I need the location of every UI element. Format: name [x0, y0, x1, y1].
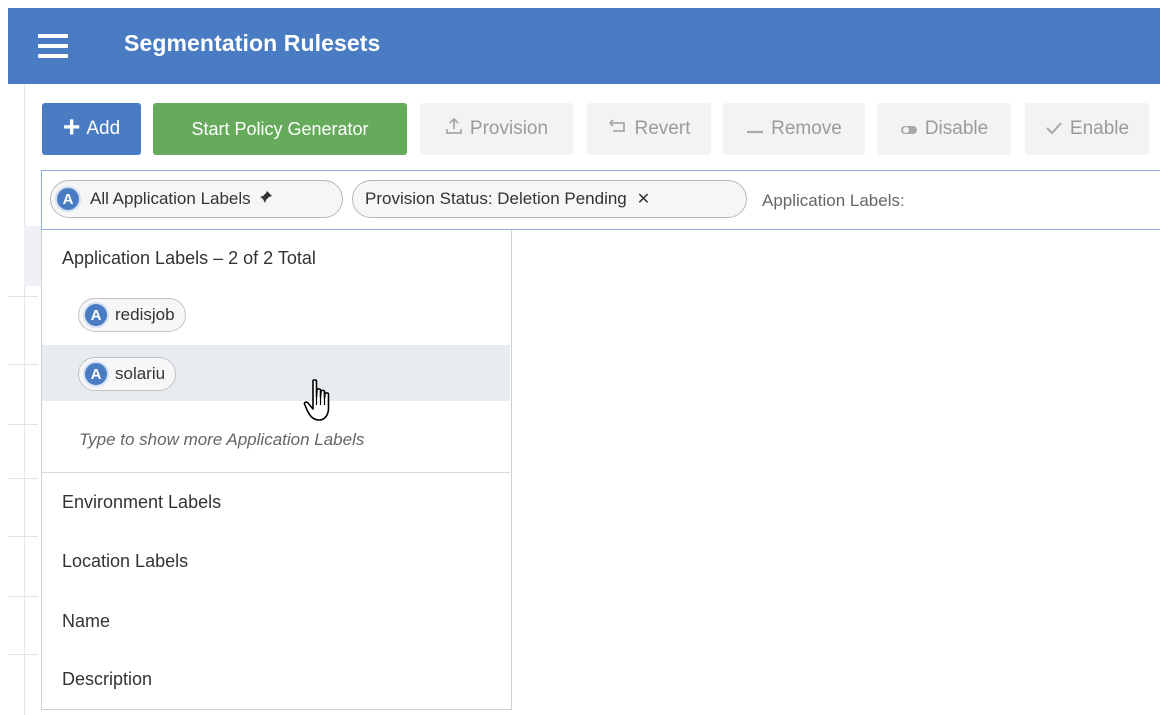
- policy-generator-label: Start Policy Generator: [191, 118, 369, 139]
- category-name[interactable]: Name: [62, 611, 110, 632]
- row-divider: [8, 364, 38, 365]
- remove-button[interactable]: Remove: [723, 103, 865, 155]
- start-policy-generator-button[interactable]: Start Policy Generator: [153, 103, 407, 155]
- add-button[interactable]: + Add: [42, 103, 141, 155]
- undo-icon: [608, 118, 628, 141]
- row-divider: [8, 536, 38, 537]
- filter-dropdown: Application Labels – 2 of 2 Total A redi…: [41, 230, 512, 710]
- page-title: Segmentation Rulesets: [124, 30, 381, 56]
- row-divider: [8, 596, 38, 597]
- app-label-icon: A: [83, 302, 109, 328]
- app-label-icon: A: [83, 361, 109, 387]
- pin-icon[interactable]: [258, 189, 273, 209]
- disable-label: Disable: [924, 118, 989, 139]
- app-header: Segmentation Rulesets: [8, 8, 1160, 84]
- plus-icon: +: [62, 110, 81, 144]
- filter-chip-label: Provision Status: Deletion Pending: [365, 189, 627, 208]
- dropdown-divider: [42, 472, 510, 473]
- row-divider: [8, 478, 38, 479]
- minus-icon: [746, 118, 764, 141]
- app-label-icon: A: [55, 186, 81, 212]
- enable-button[interactable]: Enable: [1025, 103, 1149, 155]
- label-chip: A solariu: [78, 357, 177, 391]
- filter-chip-all-application-labels[interactable]: A All Application Labels: [50, 180, 343, 218]
- upload-icon: [445, 117, 463, 141]
- option-label: redisjob: [115, 305, 175, 324]
- dropdown-heading: Application Labels – 2 of 2 Total: [62, 248, 316, 268]
- close-icon[interactable]: ✕: [637, 189, 650, 209]
- revert-label: Revert: [634, 118, 691, 139]
- left-gutter: [8, 84, 25, 715]
- disable-button[interactable]: Disable: [877, 103, 1011, 155]
- dropdown-option-redisjob[interactable]: A redisjob: [42, 286, 510, 342]
- hamburger-icon[interactable]: [38, 34, 68, 58]
- row-divider: [8, 296, 38, 297]
- row-divider: [8, 654, 38, 655]
- dropdown-option-solariu[interactable]: A solariu: [42, 345, 510, 401]
- filter-chip-provision-status[interactable]: Provision Status: Deletion Pending ✕: [352, 180, 747, 218]
- category-location-labels[interactable]: Location Labels: [62, 551, 188, 572]
- revert-button[interactable]: Revert: [587, 103, 711, 155]
- option-label: solariu: [115, 364, 166, 383]
- category-description[interactable]: Description: [62, 669, 152, 690]
- add-button-label: Add: [86, 118, 121, 139]
- search-input[interactable]: [760, 185, 1144, 217]
- row-divider: [8, 424, 38, 425]
- dropdown-hint: Type to show more Application Labels: [79, 430, 365, 449]
- label-chip: A redisjob: [78, 298, 186, 332]
- table-header-strip: [24, 226, 42, 286]
- remove-label: Remove: [771, 118, 842, 139]
- filter-chip-label: All Application Labels: [90, 189, 251, 208]
- toggle-off-icon: [900, 118, 918, 141]
- filter-search-bar[interactable]: A All Application Labels Provision Statu…: [41, 170, 1160, 230]
- check-icon: [1045, 118, 1063, 141]
- enable-label: Enable: [1069, 118, 1130, 139]
- hand-pointer-cursor-icon: [303, 379, 330, 421]
- provision-button[interactable]: Provision: [420, 103, 573, 155]
- provision-label: Provision: [469, 118, 549, 139]
- category-environment-labels[interactable]: Environment Labels: [62, 492, 221, 513]
